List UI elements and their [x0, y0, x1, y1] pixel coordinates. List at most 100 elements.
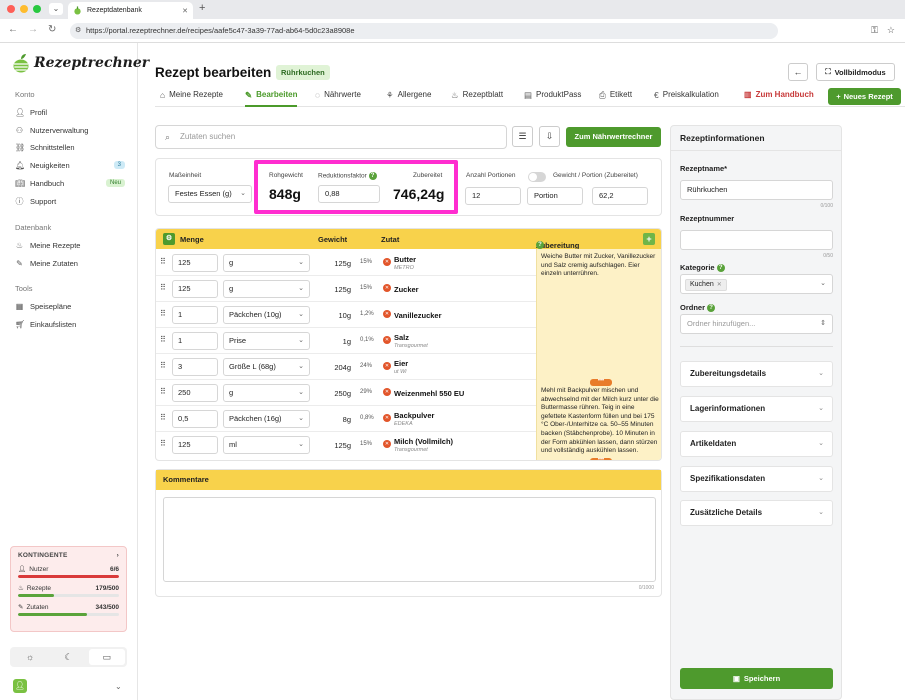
sidebar-item-profil[interactable]: 👤︎ Profil [15, 105, 125, 119]
new-recipe-button[interactable]: + Neues Rezept [828, 88, 901, 105]
amount-input[interactable]: 125 [172, 254, 218, 272]
quota-card[interactable]: KONTINGENTE › 👤︎ Nutzer 6/6 ♨ Rezepte 179/500… [10, 546, 127, 632]
category-select[interactable]: Kuchen ✕ ⌄ [680, 274, 833, 294]
preparation-step-2[interactable]: Mehl mit Backpulver mischen und abwechse… [541, 387, 661, 457]
sidebar-item-support[interactable]: ⓘ Support [15, 194, 125, 208]
drag-handle-icon[interactable]: ⠿ [160, 309, 166, 318]
unit-select[interactable]: Festes Essen (g) ⌄ [168, 185, 252, 203]
sidebar-item-meine-rezepte[interactable]: ♨ Meine Rezepte [15, 238, 125, 252]
light-mode-sun-icon[interactable]: ☼ [12, 649, 48, 665]
ingredient-name[interactable]: Backpulver [394, 411, 434, 420]
amount-input[interactable]: 1 [172, 306, 218, 324]
ingredient-name[interactable]: Butter [394, 255, 416, 264]
close-tab-icon[interactable]: ✕ [182, 7, 188, 15]
unit-select[interactable]: Päckchen (10g) ⌄ [223, 306, 310, 324]
sidebar-item-schnittstellen[interactable]: ⛓ Schnittstellen [15, 140, 125, 154]
chevron-down-icon[interactable]: ⌄ [115, 682, 122, 691]
save-button[interactable]: ▣ Speichern [680, 668, 833, 689]
nutrition-calculator-button[interactable]: Zum Nährwertrechner [566, 127, 661, 147]
more-options-icon[interactable]: ••• [590, 378, 612, 386]
help-icon[interactable]: ? [716, 264, 725, 273]
portion-unit-input[interactable]: Portion [527, 187, 583, 205]
close-window-button[interactable] [7, 5, 15, 13]
sidebar-item-speiseplaene[interactable]: ▦ Speisepläne [15, 299, 125, 313]
database-button[interactable]: ☰ [512, 126, 533, 147]
portions-input[interactable]: 12 [465, 187, 521, 205]
ingredient-name[interactable]: Eier [394, 359, 408, 368]
key-icon[interactable]: ⚿ [871, 22, 878, 38]
maximize-window-button[interactable] [33, 5, 41, 13]
unit-select[interactable]: Päckchen (16g) ⌄ [223, 410, 310, 428]
brand-logo[interactable]: Rezeptrechner [12, 53, 149, 73]
import-button[interactable]: ⇩ [539, 126, 560, 147]
unit-select[interactable]: g ⌄ [223, 384, 310, 402]
more-options-icon[interactable]: ••• [590, 457, 612, 460]
new-tab-icon[interactable]: + [199, 2, 205, 14]
sidebar-item-neuigkeiten[interactable]: 🔔︎ Neuigkeiten 3 [15, 158, 125, 172]
remove-ingredient-icon[interactable]: ✕ [383, 388, 391, 396]
tab-rezeptblatt[interactable]: ♨ Rezeptblatt [451, 90, 503, 107]
section-zubereitungsdetails[interactable]: Zubereitungsdetails ⌄ [680, 361, 833, 387]
unit-select[interactable]: Größe L (68g) ⌄ [223, 358, 310, 376]
weight-per-portion-input[interactable]: 62,2 [592, 187, 648, 205]
add-step-plus-icon[interactable]: + [643, 233, 655, 245]
help-icon[interactable]: ? [536, 241, 544, 249]
amount-input[interactable]: 3 [172, 358, 218, 376]
ingredient-name[interactable]: Weizenmehl 550 EU [394, 389, 464, 398]
bookmark-star-icon[interactable]: ☆ [887, 22, 895, 38]
drag-handle-icon[interactable]: ⠿ [160, 335, 166, 344]
drag-handle-icon[interactable]: ⠿ [160, 361, 166, 370]
section-spezifikationsdaten[interactable]: Spezifikationsdaten ⌄ [680, 466, 833, 492]
drag-handle-icon[interactable]: ⠿ [160, 439, 166, 448]
recipe-name-input[interactable]: Rührkuchen [680, 180, 833, 200]
weight-per-portion-toggle[interactable] [528, 172, 546, 182]
sidebar-item-handbuch[interactable]: 📖︎ Handbuch Neu [15, 176, 125, 190]
amount-input[interactable]: 125 [172, 436, 218, 454]
ingredient-name[interactable]: Zucker [394, 285, 419, 294]
tab-naehrwerte[interactable]: ◌ Nährwerte [315, 90, 361, 107]
ingredient-name[interactable]: Vanillezucker [394, 311, 442, 320]
remove-ingredient-icon[interactable]: ✕ [383, 440, 391, 448]
remove-ingredient-icon[interactable]: ✕ [383, 284, 391, 292]
sidebar-item-nutzerverwaltung[interactable]: ⚇ Nutzerverwaltung [15, 123, 125, 137]
tab-etikett[interactable]: ⎙ Etikett [599, 90, 632, 107]
site-info-icon[interactable]: ⚙ [75, 23, 81, 39]
drag-handle-icon[interactable]: ⠿ [160, 413, 166, 422]
ingredient-name[interactable]: Milch (Vollmilch) [394, 437, 453, 446]
reload-icon[interactable]: ↻ [48, 24, 56, 35]
ingredient-search-input[interactable]: ⌕ Zutaten suchen [155, 125, 507, 149]
unit-select[interactable]: g ⌄ [223, 254, 310, 272]
chevron-right-icon[interactable]: › [117, 552, 119, 559]
remove-chip-icon[interactable]: ✕ [717, 282, 722, 288]
url-field[interactable]: ⚙ https://portal.rezeptrechner.de/recipe… [70, 23, 778, 39]
unit-select[interactable]: Prise ⌄ [223, 332, 310, 350]
minimize-window-button[interactable] [20, 5, 28, 13]
folder-select[interactable]: Ordner hinzufügen... ⇕ [680, 314, 833, 334]
dark-mode-moon-icon[interactable]: ☾ [50, 649, 86, 665]
remove-ingredient-icon[interactable]: ✕ [383, 362, 391, 370]
remove-ingredient-icon[interactable]: ✕ [383, 310, 391, 318]
forward-icon[interactable]: → [28, 24, 38, 35]
unit-select[interactable]: ml ⌄ [223, 436, 310, 454]
tab-list-chevron-icon[interactable]: ⌄ [49, 3, 63, 15]
remove-ingredient-icon[interactable]: ✕ [383, 258, 391, 266]
drag-handle-icon[interactable]: ⠿ [160, 283, 166, 292]
drag-handle-icon[interactable]: ⠿ [160, 387, 166, 396]
remove-ingredient-icon[interactable]: ✕ [383, 414, 391, 422]
tab-allergene[interactable]: ⚘ Allergene [386, 90, 431, 107]
amount-input[interactable]: 250 [172, 384, 218, 402]
back-icon[interactable]: ← [8, 24, 18, 35]
comments-textarea[interactable] [163, 497, 656, 582]
section-lagerinformationen[interactable]: Lagerinformationen ⌄ [680, 396, 833, 422]
browser-tab[interactable]: Rezeptdatenbank ✕ [68, 2, 193, 19]
tab-meine-rezepte[interactable]: ⌂ Meine Rezepte [160, 90, 223, 107]
unit-select[interactable]: g ⌄ [223, 280, 310, 298]
tab-preiskalkulation[interactable]: € Preiskalkulation [654, 90, 719, 107]
back-button[interactable]: ← [788, 63, 808, 81]
settings-gear-icon[interactable]: ⚙ [163, 233, 175, 245]
sidebar-item-einkaufslisten[interactable]: 🛒︎ Einkaufslisten [15, 317, 125, 331]
section-artikeldaten[interactable]: Artikeldaten ⌄ [680, 431, 833, 457]
amount-input[interactable]: 1 [172, 332, 218, 350]
sidebar-item-meine-zutaten[interactable]: ✎ Meine Zutaten [15, 256, 125, 270]
drag-handle-icon[interactable]: ⠿ [160, 257, 166, 266]
